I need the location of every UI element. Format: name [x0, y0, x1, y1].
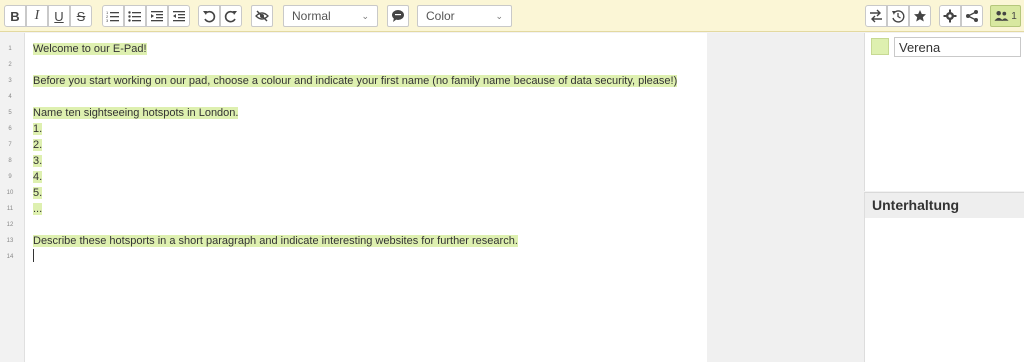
editor-line: 4. — [33, 170, 43, 184]
ordered-list-icon: 123 — [106, 10, 119, 23]
chat-title: Unterhaltung — [872, 197, 960, 213]
format-select-value: Normal — [292, 9, 331, 23]
ordered-list-button[interactable]: 123 — [102, 5, 124, 27]
users-panel — [864, 33, 1024, 191]
import-export-icon — [870, 9, 882, 23]
gear-icon — [943, 9, 957, 23]
share-button[interactable] — [961, 5, 983, 27]
line-number: 14 — [6, 254, 14, 260]
editor-line: 3. — [33, 154, 43, 168]
comment-button[interactable] — [387, 5, 409, 27]
user-name-field[interactable] — [894, 37, 1021, 57]
line-number: 13 — [6, 238, 14, 244]
star-icon — [914, 10, 926, 22]
author-highlight: 3. — [33, 155, 43, 167]
line-number: 9 — [8, 174, 12, 180]
undo-icon — [203, 10, 216, 23]
indent-button[interactable] — [146, 5, 168, 27]
settings-button[interactable] — [939, 5, 961, 27]
svg-text:3: 3 — [106, 18, 109, 23]
line-number: 3 — [8, 78, 12, 84]
line-number: 7 — [8, 142, 12, 148]
author-highlight: 2. — [33, 139, 43, 151]
indent-icon — [151, 11, 163, 22]
editor-line: Before you start working on our pad, cho… — [33, 74, 678, 88]
editor-line: Describe these hotsports in a short para… — [33, 234, 518, 248]
strikethrough-button[interactable]: S — [70, 5, 92, 27]
format-select[interactable]: Normal ⌄ — [283, 5, 378, 27]
import-export-button[interactable] — [865, 5, 887, 27]
unordered-list-icon — [128, 11, 141, 22]
clear-authorship-icon — [255, 10, 269, 22]
line-number: 1 — [8, 46, 12, 52]
author-highlight: 1. — [33, 123, 43, 135]
editor-line: 1. — [33, 122, 43, 136]
toolbar: B I U S 123 Normal ⌄ Color ⌄ 1 — [0, 0, 1024, 32]
redo-button[interactable] — [220, 5, 242, 27]
editor-line: 5. — [33, 186, 43, 200]
undo-button[interactable] — [198, 5, 220, 27]
author-highlight: Describe these hotsports in a short para… — [33, 235, 518, 247]
star-button[interactable] — [909, 5, 931, 27]
underline-icon: U — [54, 8, 64, 24]
line-number: 6 — [8, 126, 12, 132]
line-number: 5 — [8, 110, 12, 116]
share-icon — [966, 10, 978, 22]
line-number: 10 — [6, 190, 14, 196]
user-color-swatch[interactable] — [871, 38, 889, 55]
editor-line: ... — [33, 202, 43, 216]
author-highlight: Name ten sightseeing hotspots in London. — [33, 107, 239, 119]
underline-button[interactable]: U — [48, 5, 70, 27]
bold-button[interactable]: B — [4, 5, 26, 27]
users-icon — [994, 10, 1009, 21]
timeslider-icon — [892, 10, 905, 23]
clear-authorship-button[interactable] — [251, 5, 273, 27]
text-cursor — [33, 249, 34, 262]
comment-icon — [392, 10, 404, 22]
strikethrough-icon: S — [76, 8, 86, 24]
pad-editor[interactable]: Welcome to our E-Pad! Before you start wo… — [25, 33, 707, 362]
editor-line: Name ten sightseeing hotspots in London. — [33, 106, 239, 120]
etherpad-window: B I U S 123 Normal ⌄ Color ⌄ 1 1 2 3 4 5… — [0, 0, 1024, 362]
editor-line: 2. — [33, 138, 43, 152]
timeslider-button[interactable] — [887, 5, 909, 27]
editor-margin — [707, 33, 864, 362]
color-select[interactable]: Color ⌄ — [417, 5, 512, 27]
users-button[interactable]: 1 — [990, 5, 1021, 27]
chat-panel — [864, 218, 1024, 362]
redo-icon — [224, 10, 237, 23]
bold-icon: B — [10, 8, 20, 24]
chat-header[interactable]: Unterhaltung — [864, 192, 1024, 218]
line-number: 12 — [6, 222, 14, 228]
outdent-icon — [173, 11, 185, 22]
line-number: 2 — [8, 62, 12, 68]
author-highlight: Before you start working on our pad, cho… — [33, 75, 678, 87]
author-highlight: ... — [33, 203, 43, 215]
line-number: 4 — [8, 94, 12, 100]
chevron-down-icon: ⌄ — [361, 10, 369, 21]
editor-line: Welcome to our E-Pad! — [33, 42, 147, 56]
italic-icon: I — [34, 8, 40, 23]
color-select-value: Color — [426, 9, 455, 23]
chevron-down-icon: ⌄ — [495, 10, 503, 21]
outdent-button[interactable] — [168, 5, 190, 27]
italic-button[interactable]: I — [26, 5, 48, 27]
users-count: 1 — [1011, 10, 1017, 22]
line-number-gutter: 1 2 3 4 5 6 7 8 9 10 11 12 13 14 — [0, 33, 25, 362]
author-highlight: Welcome to our E-Pad! — [33, 43, 147, 55]
line-number: 11 — [6, 206, 14, 212]
unordered-list-button[interactable] — [124, 5, 146, 27]
line-number: 8 — [8, 158, 12, 164]
author-highlight: 5. — [33, 187, 43, 199]
author-highlight: 4. — [33, 171, 43, 183]
